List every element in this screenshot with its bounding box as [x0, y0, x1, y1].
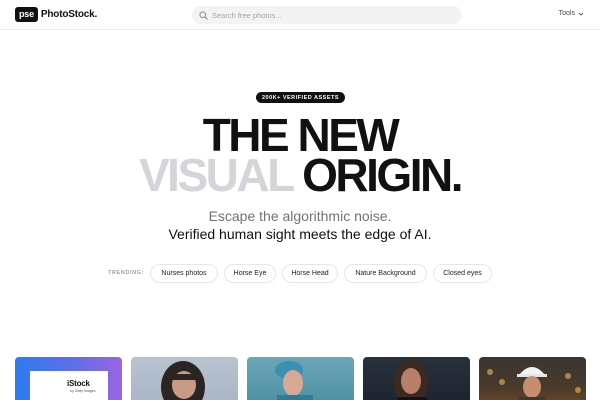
photo-thumbnail[interactable]: iStock by Getty Images: [15, 357, 122, 400]
trending-chip-horse-eye[interactable]: Horse Eye: [224, 264, 276, 283]
photo-thumbnail[interactable]: [247, 357, 354, 400]
hero-title-muted-word: VISUAL: [139, 149, 294, 201]
logo-badge: pse: [15, 7, 38, 22]
trending-chip-nurses-photos[interactable]: Nurses photos: [150, 264, 218, 283]
worker-helmet-image: [517, 367, 547, 400]
trending-section: TRENDING: Nurses photos Horse Eye Horse …: [0, 264, 600, 284]
hero-title-dark-word: ORIGIN.: [302, 149, 463, 201]
hero-subtitle-dark: Verified human sight meets the edge of A…: [168, 226, 432, 242]
woman-portrait-image: [161, 361, 205, 400]
assets-badge: 200K+ VERIFIED ASSETS: [256, 92, 345, 103]
hero-subtitle-muted: Escape the algorithmic noise.: [208, 208, 392, 224]
nurse-profile-image: [275, 361, 313, 400]
search-icon: [199, 10, 208, 20]
chevron-down-icon: [578, 12, 584, 16]
tools-label: Tools: [558, 10, 575, 17]
istock-logo-text: iStock: [67, 379, 90, 388]
tools-menu[interactable]: Tools: [559, 10, 584, 17]
photo-thumbnail[interactable]: [131, 357, 238, 400]
photo-thumbnail[interactable]: [363, 357, 470, 400]
trending-chip-horse-head[interactable]: Horse Head: [282, 264, 338, 283]
trending-chip-nature-background[interactable]: Nature Background: [344, 264, 427, 283]
trending-label: TRENDING:: [108, 270, 144, 276]
trending-chip-closed-eyes[interactable]: Closed eyes: [433, 264, 492, 283]
search-input[interactable]: [212, 10, 452, 20]
hero-title-line2: VISUAL ORIGIN.: [0, 152, 600, 198]
top-navbar: pse PhotoStock. Tools: [0, 0, 600, 30]
businesswoman-image: [394, 359, 428, 400]
search-bar[interactable]: [192, 6, 462, 24]
photo-thumbnail[interactable]: [479, 357, 586, 400]
site-logo[interactable]: pse PhotoStock.: [15, 7, 97, 22]
logo-text: PhotoStock.: [40, 9, 98, 20]
istock-subtext: by Getty Images: [70, 389, 96, 393]
